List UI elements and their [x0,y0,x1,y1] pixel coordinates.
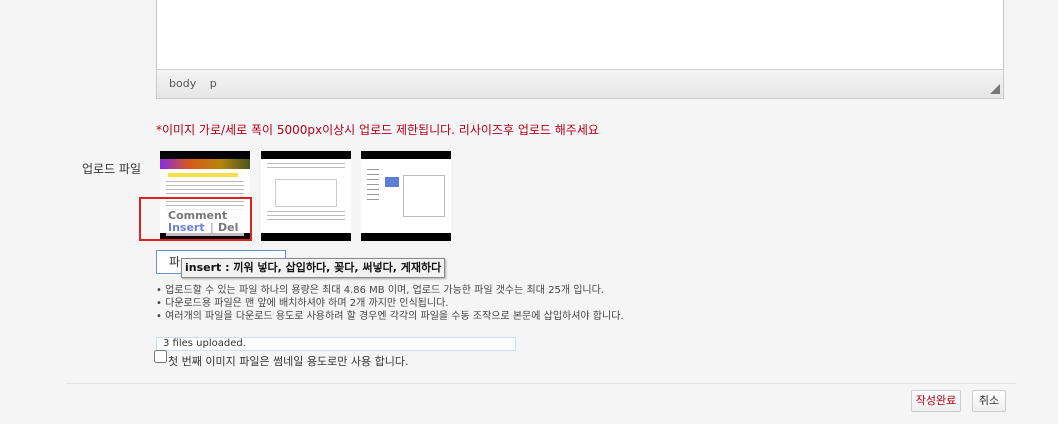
insert-tooltip: insert : 끼워 넣다, 삽입하다, 꽂다, 써넣다, 게재하다 [181,258,446,278]
editor-area[interactable]: body p [156,0,1004,99]
submit-button[interactable]: 작성완료 [911,390,961,412]
thumbnail-only-checkbox[interactable] [154,350,167,363]
resize-handle-icon[interactable] [990,84,1000,94]
upload-status-box: 3 files uploaded. [156,337,516,351]
path-crumb-p[interactable]: p [210,77,217,90]
upload-size-notice: *이미지 가로/세로 폭이 5000px이상시 업로드 제한됩니다. 리사이즈후… [156,123,599,137]
upload-file-label: 업로드 파일 [82,162,142,176]
upload-info-item: 다운로드용 파일은 맨 앞에 배치하셔야 하며 2개 까지만 인식됩니다. [156,297,624,310]
upload-info-item: 여러개의 파일을 다운로드 용도로 사용하려 할 경우엔 각각의 파일을 수동 … [156,310,624,323]
path-crumb-body[interactable]: body [169,77,196,90]
highlight-box [139,197,252,241]
upload-info-item: 업로드할 수 있는 파일 하나의 용량은 최대 4.86 MB 이며, 업로드 … [156,284,624,297]
uploaded-thumbnail-3[interactable] [361,151,451,241]
thumbnail-only-label[interactable]: 첫 번째 이미지 파일은 썸네일 용도로만 사용 합니다. [168,353,409,369]
uploaded-thumbnail-2[interactable] [261,151,351,241]
editor-statusbar: body p [157,69,1003,98]
divider [66,383,1016,384]
cancel-button[interactable]: 취소 [972,390,1006,412]
upload-info-list: 업로드할 수 있는 파일 하나의 용량은 최대 4.86 MB 이며, 업로드 … [156,284,624,323]
